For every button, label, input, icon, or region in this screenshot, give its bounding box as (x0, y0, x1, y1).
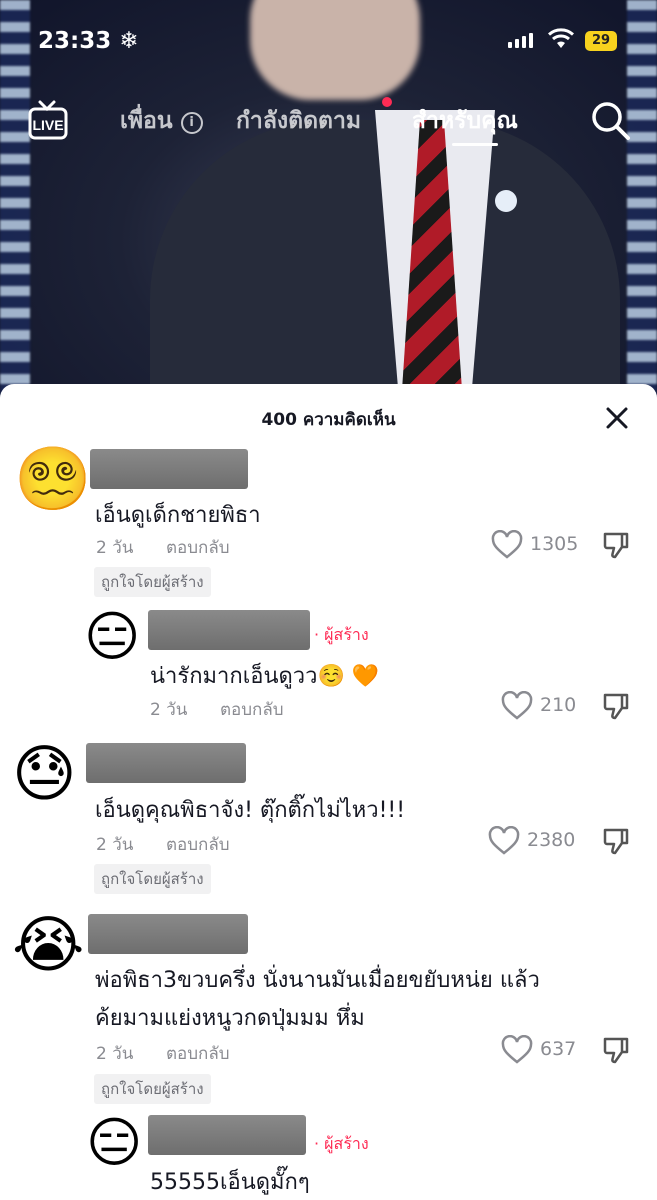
comment-text: น่ารักมากเอ็นดูวว☺️ 🧡 (150, 664, 380, 689)
comment-text-line-1: พ่อพิธา3ขวบครึ่ง นั่งนานมันเมื่อยขยับหน่… (95, 968, 540, 993)
lapel-pin (495, 190, 517, 212)
comment-time: 2 วัน (96, 1044, 134, 1064)
avatar[interactable]: 😓 (12, 739, 77, 809)
wifi-icon (548, 28, 574, 48)
comment-text: 55555เอ็นดูมั๊กๆ (150, 1170, 310, 1195)
snowflake-icon: ❄ (119, 28, 139, 54)
comment-time: 2 วัน (96, 835, 134, 855)
comment-text-line-2: ค้ยมามแย่งหนูวกดปุ่มมม หึ่ม (95, 1006, 365, 1031)
comment-text: เอ็นดูคุณพิธาจัง! ตุ๊กติ๊กไม่ไหว!!! (95, 798, 406, 823)
tab-friends[interactable]: เพื่อน i (120, 103, 203, 139)
reply-button[interactable]: ตอบกลับ (166, 534, 230, 561)
svg-text:LIVE: LIVE (32, 117, 63, 133)
comment-time: 2 วัน (150, 700, 188, 720)
username-redacted[interactable] (90, 449, 248, 489)
reply-button[interactable]: ตอบกลับ (220, 696, 284, 723)
heart-icon[interactable] (500, 1035, 534, 1065)
creator-tag: · ผู้สร้าง (314, 1134, 369, 1153)
heart-icon[interactable] (487, 826, 521, 856)
info-icon: i (180, 112, 203, 134)
close-icon[interactable] (603, 404, 631, 432)
reply-button[interactable]: ตอบกลับ (166, 831, 230, 858)
liked-by-creator-badge: ถูกใจโดยผู้สร้าง (94, 567, 211, 597)
liked-by-creator-badge: ถูกใจโดยผู้สร้าง (94, 1074, 211, 1104)
avatar[interactable]: 😑 (86, 1112, 142, 1174)
battery-indicator: 29 (585, 31, 617, 51)
comment-item: 😭 พ่อพิธา3ขวบครึ่ง นั่งนานมันเมื่อยขยับห… (0, 910, 657, 1110)
username-redacted[interactable] (88, 914, 248, 954)
creator-tag: · ผู้สร้าง (314, 625, 369, 644)
comment-item: 😵‍💫 เอ็นดูเด็กชายพิธา 2 วัน ตอบกลับ ถูกใ… (0, 442, 657, 602)
reply-item: 😑 · ผู้สร้าง 55555เอ็นดูมั๊กๆ (0, 1112, 657, 1200)
tab-for-you[interactable]: สำหรับคุณ (412, 103, 518, 139)
comments-count: 400 ความคิดเห็น (261, 410, 396, 430)
avatar[interactable]: 😭 (12, 910, 84, 980)
thumbs-down-icon[interactable] (602, 1035, 630, 1065)
following-notification-dot (382, 97, 392, 107)
comments-sheet: 400 ความคิดเห็น 😵‍💫 เอ็นดูเด็กชายพิธา 2 … (0, 384, 657, 1200)
thumbs-down-icon[interactable] (602, 530, 630, 560)
cellular-signal-icon (508, 33, 533, 48)
username-redacted[interactable] (148, 1115, 306, 1155)
heart-icon[interactable] (500, 691, 534, 721)
avatar[interactable]: 😵‍💫 (14, 444, 91, 514)
like-count: 210 (540, 694, 577, 716)
like-count: 2380 (527, 829, 576, 851)
thumbs-down-icon[interactable] (602, 691, 630, 721)
heart-icon[interactable] (490, 530, 524, 560)
comments-header: 400 ความคิดเห็น (0, 384, 657, 450)
tab-following[interactable]: กำลังติดตาม (236, 103, 361, 139)
comment-time: 2 วัน (96, 538, 134, 558)
avatar[interactable]: 😑 (84, 606, 140, 668)
top-navigation: LIVE เพื่อน i กำลังติดตาม สำหรับคุณ (0, 95, 657, 155)
active-tab-indicator (452, 143, 498, 146)
like-count: 1305 (530, 533, 579, 555)
comment-item: 😓 เอ็นดูคุณพิธาจัง! ตุ๊กติ๊กไม่ไหว!!! 2 … (0, 739, 657, 899)
comment-text: เอ็นดูเด็กชายพิธา (95, 503, 261, 528)
username-redacted[interactable] (86, 743, 246, 783)
like-count: 637 (540, 1038, 577, 1060)
live-tv-icon[interactable]: LIVE (28, 98, 68, 142)
status-time: 23:33 ❄ (38, 28, 139, 54)
reply-button[interactable]: ตอบกลับ (166, 1040, 230, 1067)
username-redacted[interactable] (148, 610, 310, 650)
thumbs-down-icon[interactable] (602, 826, 630, 856)
search-icon[interactable] (590, 100, 632, 142)
status-bar: 23:33 ❄ 29 (0, 0, 657, 90)
reply-item: 😑 · ผู้สร้าง น่ารักมากเอ็นดูวว☺️ 🧡 2 วัน… (0, 606, 657, 726)
liked-by-creator-badge: ถูกใจโดยผู้สร้าง (94, 864, 211, 894)
